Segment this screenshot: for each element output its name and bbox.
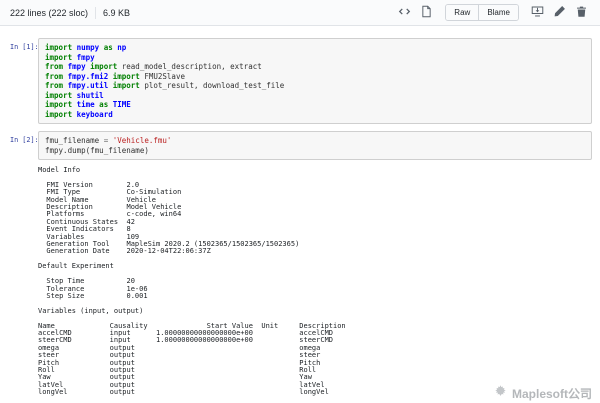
pencil-icon bbox=[553, 5, 566, 21]
code-icon bbox=[398, 5, 411, 21]
cell-prompt: In [1]: bbox=[10, 38, 38, 124]
raw-blame-group: Raw Blame bbox=[445, 4, 519, 21]
code-cells: In [1]:import numpy as np import fmpy fr… bbox=[10, 38, 592, 160]
code-editor[interactable]: fmu_filename = 'Vehicle.fmu' fmpy.dump(f… bbox=[38, 131, 592, 160]
code-cell: In [1]:import numpy as np import fmpy fr… bbox=[10, 38, 592, 124]
file-lines-info: 222 lines (222 sloc) bbox=[10, 8, 88, 18]
cell-output: Model Info FMI Version 2.0 FMI Type Co-S… bbox=[38, 167, 592, 397]
rendered-view-button[interactable] bbox=[418, 4, 435, 22]
header-divider bbox=[95, 7, 96, 19]
file-size: 6.9 KB bbox=[103, 8, 130, 18]
cell-prompt: In [2]: bbox=[10, 131, 38, 160]
file-header: 222 lines (222 sloc) 6.9 KB Raw Blame bbox=[0, 0, 600, 26]
source-view-button[interactable] bbox=[396, 4, 413, 22]
raw-button[interactable]: Raw bbox=[446, 5, 479, 20]
notebook: In [1]:import numpy as np import fmpy fr… bbox=[0, 26, 600, 397]
edit-button[interactable] bbox=[551, 4, 568, 22]
desktop-download-icon bbox=[531, 5, 544, 21]
download-button[interactable] bbox=[529, 4, 546, 22]
code-cell: In [2]:fmu_filename = 'Vehicle.fmu' fmpy… bbox=[10, 131, 592, 160]
trash-icon bbox=[575, 5, 588, 21]
code-editor[interactable]: import numpy as np import fmpy from fmpy… bbox=[38, 38, 592, 124]
blame-button[interactable]: Blame bbox=[479, 5, 518, 20]
delete-button[interactable] bbox=[573, 4, 590, 22]
document-icon bbox=[420, 5, 433, 21]
